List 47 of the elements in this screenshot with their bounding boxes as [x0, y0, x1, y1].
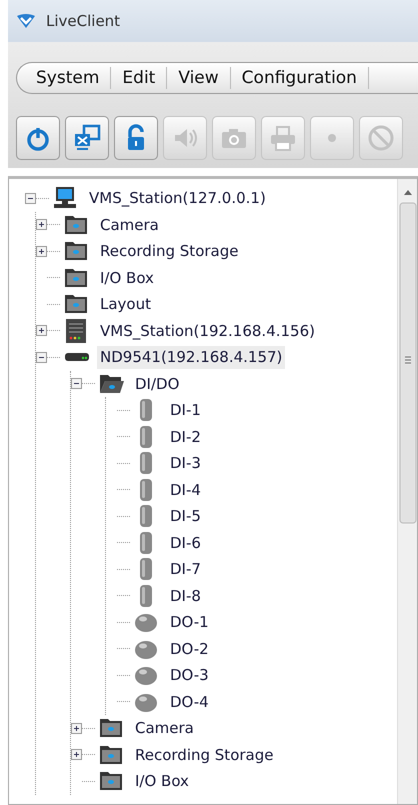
tree-item[interactable]: DI-7 [167, 558, 204, 580]
toolbar-button[interactable] [114, 116, 158, 160]
dot-icon [328, 134, 336, 142]
toolbar-button[interactable] [65, 116, 109, 160]
expand-icon[interactable] [36, 219, 47, 230]
collapse-icon[interactable] [25, 192, 36, 204]
collapse-icon[interactable] [71, 378, 82, 390]
expand-icon[interactable] [71, 749, 82, 760]
expand-icon[interactable] [36, 246, 47, 257]
toolbar-button[interactable] [16, 116, 60, 160]
server-icon [64, 318, 89, 343]
tree-item[interactable]: Recording Storage [132, 744, 276, 766]
tree-item[interactable]: DI-3 [167, 452, 204, 474]
tree-item[interactable]: DI-8 [167, 584, 204, 607]
tree-item[interactable]: DI-4 [167, 478, 204, 501]
expand-icon[interactable] [36, 325, 47, 336]
collapse-icon[interactable] [36, 352, 47, 363]
app-logo-icon [16, 13, 36, 29]
tree-item[interactable]: DO-2 [167, 638, 212, 660]
tree-item[interactable]: DI-5 [167, 505, 204, 528]
menu-item[interactable]: View [167, 67, 231, 89]
tree-item[interactable]: Layout [97, 293, 154, 316]
scrollbar[interactable] [397, 179, 417, 804]
tree-item[interactable]: I/O Box [132, 770, 192, 792]
tree-item[interactable]: VMS_Station(127.0.0.1) [86, 187, 269, 210]
tree-item[interactable]: DI-1 [167, 399, 204, 422]
tree-item[interactable]: DI-2 [167, 426, 204, 448]
tree-item[interactable]: DO-1 [167, 611, 212, 634]
computer-icon [53, 186, 78, 210]
network-icon [73, 124, 101, 152]
tree-item[interactable]: ND9541(192.168.4.157) [97, 346, 286, 368]
menu-item[interactable]: Edit [111, 67, 168, 89]
expand-icon[interactable] [71, 722, 82, 734]
tree-item[interactable]: DO-3 [167, 664, 212, 686]
tree-item[interactable]: Camera [132, 717, 197, 740]
tree-item[interactable]: DI-6 [167, 532, 204, 554]
menu-item[interactable]: System [25, 67, 112, 89]
tree-item[interactable]: VMS_Station(192.168.4.156) [97, 320, 318, 342]
tree-item[interactable]: I/O Box [97, 266, 157, 289]
tree-item[interactable]: Camera [97, 214, 162, 236]
prohibited-icon [367, 124, 395, 152]
window-title: LiveClient [46, 10, 120, 32]
menu-item[interactable]: Configuration [230, 67, 369, 89]
printer-icon [269, 124, 297, 152]
tree-item[interactable]: Recording Storage [97, 240, 242, 262]
tree-item[interactable]: DO-4 [167, 690, 212, 713]
tree-item[interactable]: DI/DO [132, 372, 182, 395]
